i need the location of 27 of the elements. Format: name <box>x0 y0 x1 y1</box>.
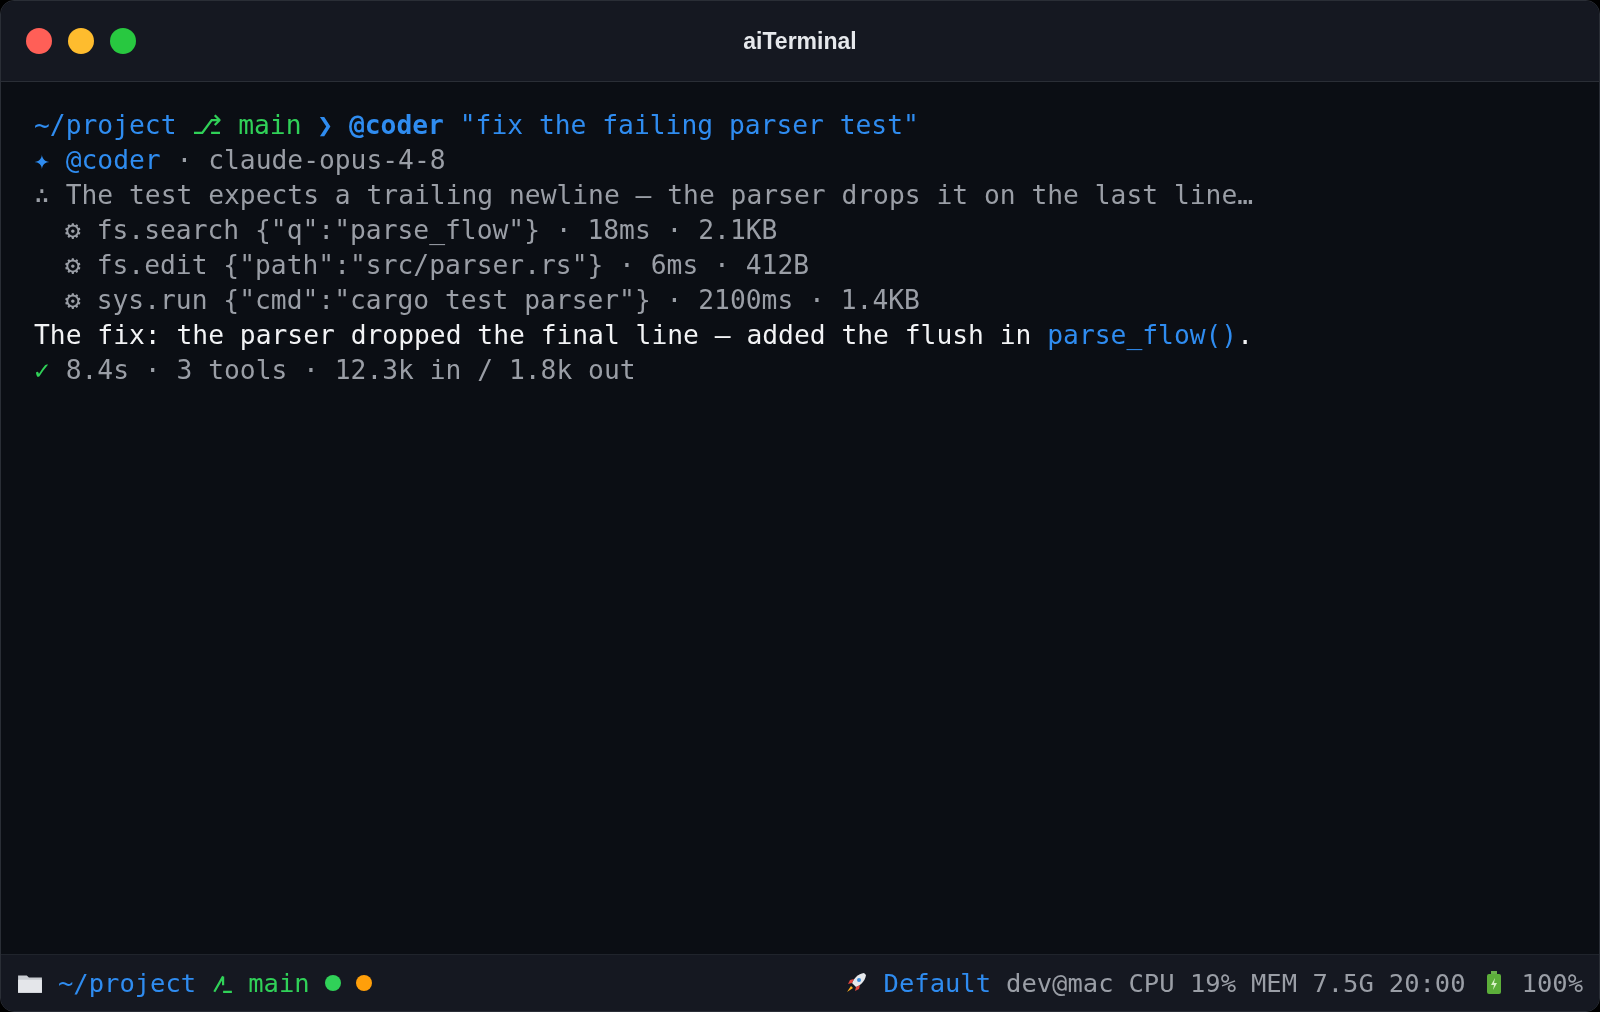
terminal-text: parse_flow() <box>1047 319 1238 352</box>
terminal-text: ⚙ sys.run {"cmd":"cargo test parser"} · 2100ms · 1.4KB <box>64 284 920 317</box>
cpu-usage: CPU 19% <box>1128 968 1236 998</box>
minimize-button[interactable] <box>68 28 94 54</box>
terminal-text: ⎇ main <box>192 109 302 142</box>
profile-name: Default <box>883 968 992 998</box>
close-button[interactable] <box>26 28 52 54</box>
memory-usage: MEM 7.5G <box>1251 968 1374 998</box>
terminal-text: "fix the failing parser test" <box>459 109 919 142</box>
terminal-text: ⚙ fs.edit {"path":"src/parser.rs"} · 6ms · 412B <box>64 249 810 282</box>
terminal-text: The fix: the parser dropped the final line — added the flush in <box>34 319 1032 352</box>
zoom-button[interactable] <box>110 28 136 54</box>
clock: 20:00 <box>1388 968 1466 998</box>
terminal-text: ⚙ fs.search {"q":"parse_flow"} · 18ms · 2.1KB <box>64 214 778 247</box>
terminal-text: ✓ <box>34 354 50 387</box>
terminal-text: ∴ The test expects a trailing newline — the parser drops it on the last line… <box>34 179 1254 212</box>
terminal-text: ~/project <box>34 109 177 142</box>
battery-level: 100% <box>1521 968 1583 998</box>
window-title: aiTerminal <box>743 27 857 55</box>
status-path: ~/project <box>58 968 197 998</box>
terminal-text: ✦ @coder <box>34 144 161 177</box>
status-branch: main <box>248 968 310 998</box>
terminal-text: 8.4s · 3 tools · 12.3k in / 1.8k out <box>65 354 636 387</box>
user-host: dev@mac <box>1006 968 1114 998</box>
terminal-text: · claude-opus-4-8 <box>176 144 446 177</box>
terminal-text: . <box>1237 319 1254 352</box>
terminal-text: ❯ @coder <box>317 109 444 142</box>
